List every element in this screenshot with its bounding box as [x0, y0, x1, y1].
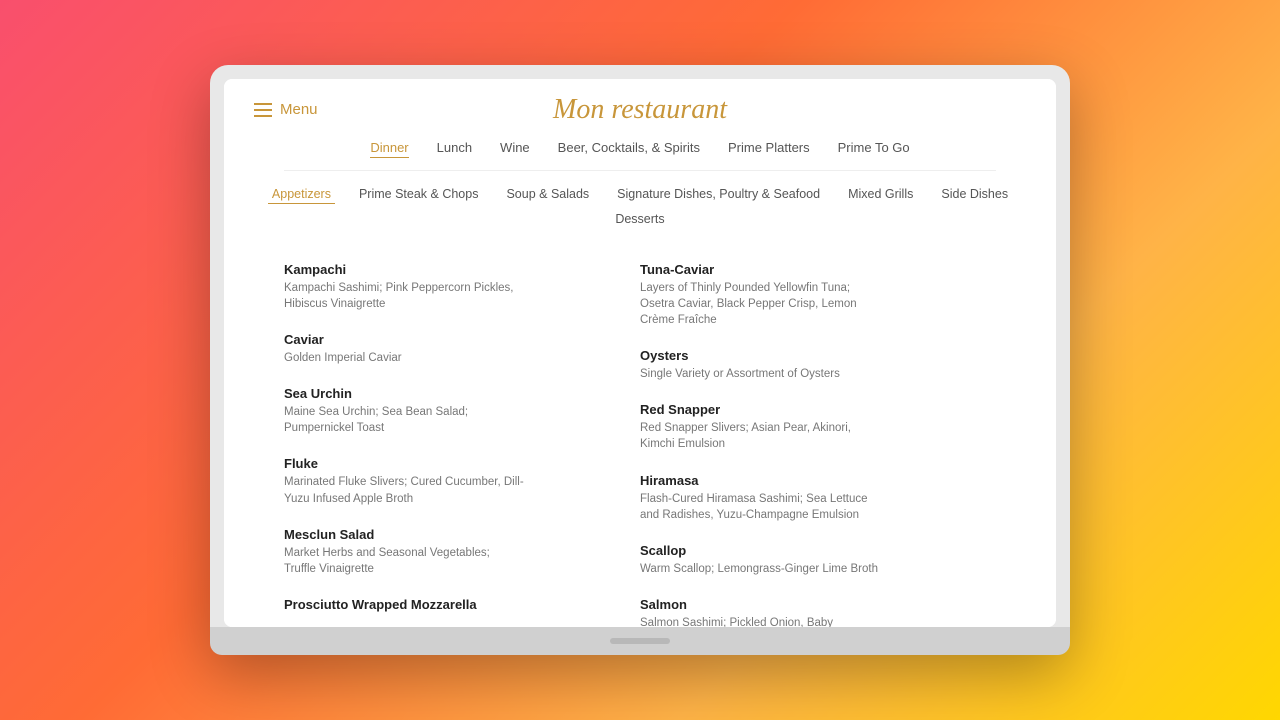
item-name: Caviar [284, 332, 620, 347]
hamburger-line-1 [254, 103, 272, 105]
list-item: Salmon Salmon Sashimi; Pickled Onion, Ba… [640, 587, 996, 627]
nav-platters[interactable]: Prime Platters [728, 140, 810, 158]
item-name: Prosciutto Wrapped Mozzarella [284, 597, 620, 612]
item-name: Tuna-Caviar [640, 262, 976, 277]
item-desc: Kampachi Sashimi; Pink Peppercorn Pickle… [284, 280, 524, 312]
nav-lunch[interactable]: Lunch [437, 140, 472, 158]
laptop-base [210, 627, 1070, 655]
list-item: Oysters Single Variety or Assortment of … [640, 338, 996, 392]
hamburger-menu[interactable]: Menu [254, 101, 318, 118]
item-desc: Market Herbs and Seasonal Vegetables; Tr… [284, 545, 524, 577]
menu-label: Menu [280, 101, 318, 118]
list-item: Fluke Marinated Fluke Slivers; Cured Cuc… [284, 446, 640, 516]
subnav-prime-steak[interactable]: Prime Steak & Chops [355, 185, 483, 204]
subnav-desserts[interactable]: Desserts [611, 210, 668, 228]
hamburger-icon [254, 103, 272, 117]
laptop-container: Menu Mon restaurant Dinner Lunch Wine Be… [210, 65, 1070, 655]
item-desc: Warm Scallop; Lemongrass-Ginger Lime Bro… [640, 561, 880, 577]
item-desc: Single Variety or Assortment of Oysters [640, 366, 880, 382]
laptop-notch [610, 638, 670, 644]
list-item: Tuna-Caviar Layers of Thinly Pounded Yel… [640, 252, 996, 338]
item-desc: Golden Imperial Caviar [284, 350, 524, 366]
item-desc: Red Snapper Slivers; Asian Pear, Akinori… [640, 420, 880, 452]
list-item: Scallop Warm Scallop; Lemongrass-Ginger … [640, 533, 996, 587]
list-item: Caviar Golden Imperial Caviar [284, 322, 640, 376]
menu-column-left: Kampachi Kampachi Sashimi; Pink Pepperco… [284, 252, 640, 627]
item-desc: Layers of Thinly Pounded Yellowfin Tuna;… [640, 280, 880, 328]
menu-content: Kampachi Kampachi Sashimi; Pink Pepperco… [224, 236, 1056, 627]
item-name: Sea Urchin [284, 386, 620, 401]
nav-dinner[interactable]: Dinner [370, 140, 408, 158]
menu-column-right: Tuna-Caviar Layers of Thinly Pounded Yel… [640, 252, 996, 627]
laptop-screen: Menu Mon restaurant Dinner Lunch Wine Be… [224, 79, 1056, 627]
item-desc: Salmon Sashimi; Pickled Onion, Baby Cucu… [640, 615, 880, 627]
sub-navigation: Appetizers Prime Steak & Chops Soup & Sa… [224, 175, 1056, 236]
hamburger-line-2 [254, 109, 272, 111]
list-item: Mesclun Salad Market Herbs and Seasonal … [284, 517, 640, 587]
page-header: Menu Mon restaurant [224, 79, 1056, 128]
subnav-mixed-grills[interactable]: Mixed Grills [844, 185, 917, 204]
nav-togo[interactable]: Prime To Go [838, 140, 910, 158]
nav-beer[interactable]: Beer, Cocktails, & Spirits [558, 140, 700, 158]
main-navigation: Dinner Lunch Wine Beer, Cocktails, & Spi… [224, 128, 1056, 166]
subnav-soup[interactable]: Soup & Salads [502, 185, 593, 204]
subnav-side-dishes[interactable]: Side Dishes [937, 185, 1012, 204]
menu-page: Menu Mon restaurant Dinner Lunch Wine Be… [224, 79, 1056, 627]
item-desc: Flash-Cured Hiramasa Sashimi; Sea Lettuc… [640, 491, 880, 523]
item-name: Kampachi [284, 262, 620, 277]
restaurant-title: Mon restaurant [553, 94, 727, 126]
item-desc: Maine Sea Urchin; Sea Bean Salad; Pumper… [284, 404, 524, 436]
item-name: Fluke [284, 456, 620, 471]
list-item: Red Snapper Red Snapper Slivers; Asian P… [640, 392, 996, 462]
list-item: Sea Urchin Maine Sea Urchin; Sea Bean Sa… [284, 376, 640, 446]
item-name: Hiramasa [640, 473, 976, 488]
nav-divider [284, 170, 996, 171]
item-name: Oysters [640, 348, 976, 363]
item-name: Scallop [640, 543, 976, 558]
item-name: Salmon [640, 597, 976, 612]
subnav-signature[interactable]: Signature Dishes, Poultry & Seafood [613, 185, 824, 204]
list-item: Hiramasa Flash-Cured Hiramasa Sashimi; S… [640, 463, 996, 533]
hamburger-line-3 [254, 115, 272, 117]
subnav-appetizers[interactable]: Appetizers [268, 185, 335, 204]
item-desc: Marinated Fluke Slivers; Cured Cucumber,… [284, 474, 524, 506]
list-item: Kampachi Kampachi Sashimi; Pink Pepperco… [284, 252, 640, 322]
list-item: Prosciutto Wrapped Mozzarella [284, 587, 640, 625]
item-name: Mesclun Salad [284, 527, 620, 542]
item-name: Red Snapper [640, 402, 976, 417]
nav-wine[interactable]: Wine [500, 140, 530, 158]
